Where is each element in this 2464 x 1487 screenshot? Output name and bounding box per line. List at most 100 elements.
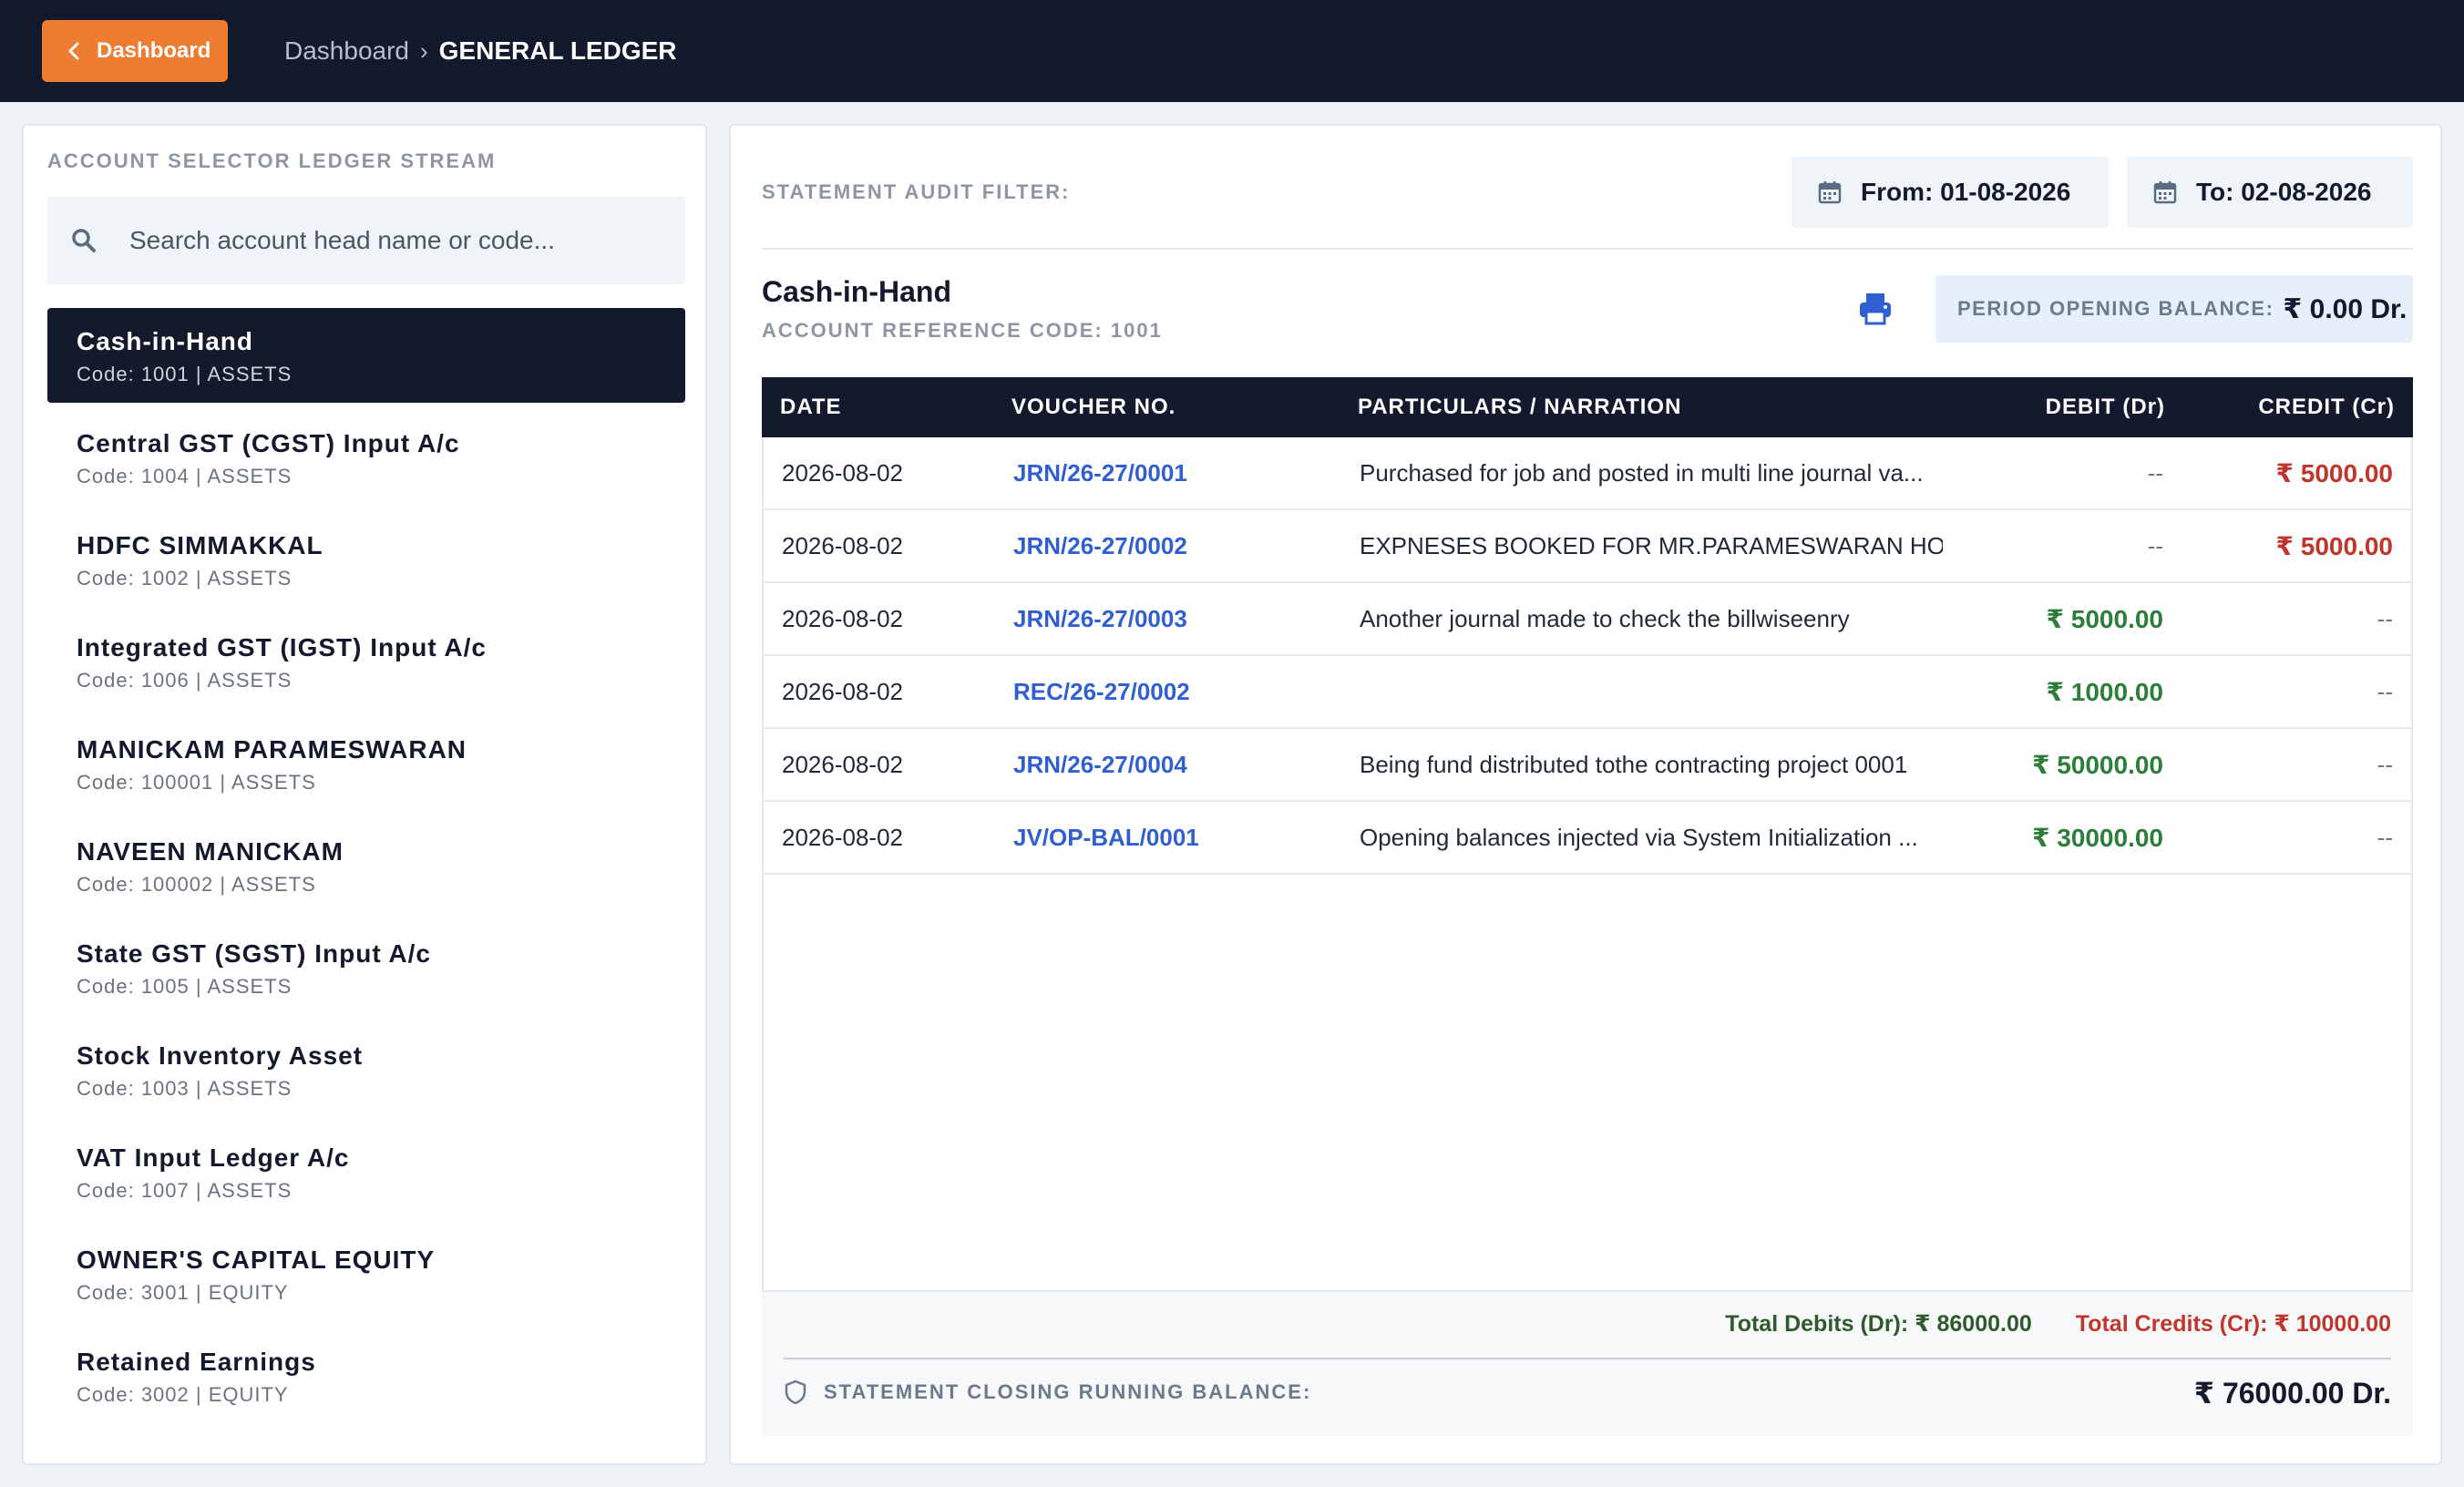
calendar-icon [1818, 181, 1842, 204]
chevron-left-icon [68, 42, 79, 60]
cell-date: 2026-08-02 [782, 531, 903, 559]
cell-date: 2026-08-02 [782, 677, 903, 705]
cell-voucher-link[interactable]: REC/26-27/0002 [1013, 656, 1190, 727]
back-button-label: Dashboard [97, 38, 211, 63]
cell-debit: -- [2147, 531, 2163, 559]
account-list-item[interactable]: HDFC SIMMAKKAL Code: 1002 | ASSETS [47, 512, 685, 607]
cell-credit: ₹ 5000.00 [2275, 458, 2393, 487]
account-name: Cash-in-Hand [77, 327, 253, 355]
cell-voucher-link[interactable]: JRN/26-27/0002 [1013, 510, 1187, 581]
cell-particulars: EXPNESES BOOKED FOR MR.PARAMESWARAN HO..… [1360, 531, 1943, 559]
account-name: OWNER'S CAPITAL EQUITY [77, 1246, 436, 1274]
account-name: Integrated GST (IGST) Input A/c [77, 633, 487, 661]
total-credits: Total Credits (Cr): ₹ 10000.00 [2075, 1311, 2391, 1337]
account-list-item[interactable]: Stock Inventory Asset Code: 1003 | ASSETS [47, 1022, 685, 1117]
search-icon [72, 229, 96, 252]
account-list-item[interactable]: Cash-in-Hand Code: 1001 | ASSETS [47, 308, 685, 403]
account-search-input[interactable] [129, 226, 640, 255]
cell-credit: -- [2377, 604, 2393, 632]
account-name: Retained Earnings [77, 1348, 316, 1376]
cell-particulars: Another journal made to check the billwi… [1360, 604, 1850, 632]
account-code: Code: 100002 | ASSETS [77, 873, 316, 896]
cell-debit: ₹ 30000.00 [2031, 823, 2163, 852]
cell-credit: -- [2377, 823, 2393, 851]
cell-date: 2026-08-02 [782, 458, 903, 487]
account-name: VAT Input Ledger A/c [77, 1143, 350, 1172]
calendar-icon [2153, 181, 2177, 204]
account-list-item[interactable]: VAT Input Ledger A/c Code: 1007 | ASSETS [47, 1124, 685, 1219]
account-name: MANICKAM PARAMESWARAN [77, 735, 467, 764]
table-row: 2026-08-02 JRN/26-27/0001 Purchased for jo… [764, 437, 2411, 510]
table-row: 2026-08-02 JRN/26-27/0004 Being fund distr… [764, 729, 2411, 802]
cell-debit: ₹ 50000.00 [2031, 750, 2163, 779]
account-code: Code: 1007 | ASSETS [77, 1179, 293, 1202]
col-voucher: VOUCHER NO. [1011, 395, 1176, 419]
account-list-item[interactable]: NAVEEN MANICKAM Code: 100002 | ASSETS [47, 818, 685, 913]
account-list-item[interactable]: OWNER'S CAPITAL EQUITY Code: 3001 | EQUIT… [47, 1226, 685, 1321]
closing-balance-label-text: STATEMENT CLOSING RUNNING BALANCE: [824, 1380, 1312, 1403]
cell-voucher-link[interactable]: JRN/26-27/0003 [1013, 583, 1187, 654]
account-selector-panel: ACCOUNT SELECTOR LEDGER STREAM Cash-in-H… [22, 124, 707, 1465]
table-row: 2026-08-02 REC/26-27/0002 ₹ 1000.00 -- [764, 656, 2411, 729]
cell-particulars: Purchased for job and posted in multi li… [1360, 458, 1924, 487]
col-debit: DEBIT (Dr) [2045, 395, 2165, 419]
cell-debit: ₹ 5000.00 [2046, 604, 2163, 633]
cell-particulars: Opening balances injected via System Ini… [1360, 823, 1918, 851]
opening-balance-value: ₹ 0.00 Dr. [2283, 293, 2408, 324]
account-code: Code: 100001 | ASSETS [77, 771, 316, 794]
total-debits: Total Debits (Dr): ₹ 86000.00 [1725, 1311, 2032, 1337]
cell-credit: ₹ 5000.00 [2275, 531, 2393, 560]
account-name: State GST (SGST) Input A/c [77, 939, 431, 968]
account-code: Code: 1005 | ASSETS [77, 975, 293, 998]
breadcrumb: Dashboard › GENERAL LEDGER [284, 0, 677, 102]
col-date: DATE [780, 395, 842, 419]
cell-debit: -- [2147, 458, 2163, 487]
account-name: NAVEEN MANICKAM [77, 837, 344, 866]
filter-divider [762, 248, 2413, 250]
cell-credit: -- [2377, 677, 2393, 705]
table-body: 2026-08-02 JRN/26-27/0001 Purchased for jo… [764, 437, 2411, 875]
account-name: Stock Inventory Asset [77, 1041, 364, 1070]
footer-divider [784, 1358, 2391, 1359]
account-search-box[interactable] [47, 197, 685, 284]
cell-particulars: Being fund distributed tothe contracting… [1360, 750, 1908, 778]
ledger-table: DATE VOUCHER NO. PARTICULARS / NARRATION… [762, 377, 2413, 1292]
table-row: 2026-08-02 JV/OP-BAL/0001 Opening balances… [764, 802, 2411, 875]
printer-icon[interactable] [1855, 288, 1895, 328]
top-bar: Dashboard Dashboard › GENERAL LEDGER [0, 0, 2464, 102]
account-name: Central GST (CGST) Input A/c [77, 429, 460, 457]
account-list-item[interactable]: Integrated GST (IGST) Input A/c Code: 100… [47, 614, 685, 709]
table-row: 2026-08-02 JRN/26-27/0002 EXPNESES BOOKED … [764, 510, 2411, 583]
cell-debit: ₹ 1000.00 [2046, 677, 2163, 706]
cell-particulars [1360, 656, 1943, 727]
cell-date: 2026-08-02 [782, 823, 903, 851]
cell-voucher-link[interactable]: JV/OP-BAL/0001 [1013, 802, 1199, 873]
cell-voucher-link[interactable]: JRN/26-27/0001 [1013, 437, 1187, 508]
cell-voucher-link[interactable]: JRN/26-27/0004 [1013, 729, 1187, 800]
account-list-item[interactable]: MANICKAM PARAMESWARAN Code: 100001 | ASSE… [47, 716, 685, 811]
account-list-item[interactable]: State GST (SGST) Input A/c Code: 1005 | A… [47, 920, 685, 1015]
statement-filter-label: STATEMENT AUDIT FILTER: [762, 180, 1071, 203]
account-name: HDFC SIMMAKKAL [77, 531, 323, 559]
account-list-item[interactable]: Central GST (CGST) Input A/c Code: 1004 |… [47, 410, 685, 505]
to-date-picker[interactable]: To: 02-08-2026 [2127, 157, 2413, 228]
account-code: Code: 1002 | ASSETS [77, 567, 293, 590]
opening-balance-label: PERIOD OPENING BALANCE: [1957, 297, 2274, 320]
totals-row: Total Debits (Dr): ₹ 86000.00 Total Cred… [1725, 1310, 2391, 1338]
statement-footer: Total Debits (Dr): ₹ 86000.00 Total Cred… [762, 1292, 2413, 1436]
back-to-dashboard-button[interactable]: Dashboard [42, 20, 228, 82]
account-list: Cash-in-Hand Code: 1001 | ASSETS Central G… [47, 308, 685, 1431]
from-date-picker[interactable]: From: 01-08-2026 [1792, 157, 2109, 228]
account-code: Code: 1003 | ASSETS [77, 1077, 293, 1100]
account-reference-code: ACCOUNT REFERENCE CODE: 1001 [762, 319, 1163, 342]
closing-balance-label: STATEMENT CLOSING RUNNING BALANCE: [784, 1379, 1311, 1405]
shield-icon [785, 1379, 806, 1405]
from-date-label: From: 01-08-2026 [1861, 178, 2071, 206]
breadcrumb-dashboard[interactable]: Dashboard [284, 36, 409, 66]
account-code: Code: 1006 | ASSETS [77, 669, 293, 692]
table-header: DATE VOUCHER NO. PARTICULARS / NARRATION… [762, 377, 2413, 437]
account-code: Code: 3001 | EQUITY [77, 1281, 289, 1304]
to-date-label: To: 02-08-2026 [2196, 178, 2372, 206]
account-list-item[interactable]: Retained Earnings Code: 3002 | EQUITY [47, 1328, 685, 1423]
account-code: Code: 1004 | ASSETS [77, 465, 293, 487]
